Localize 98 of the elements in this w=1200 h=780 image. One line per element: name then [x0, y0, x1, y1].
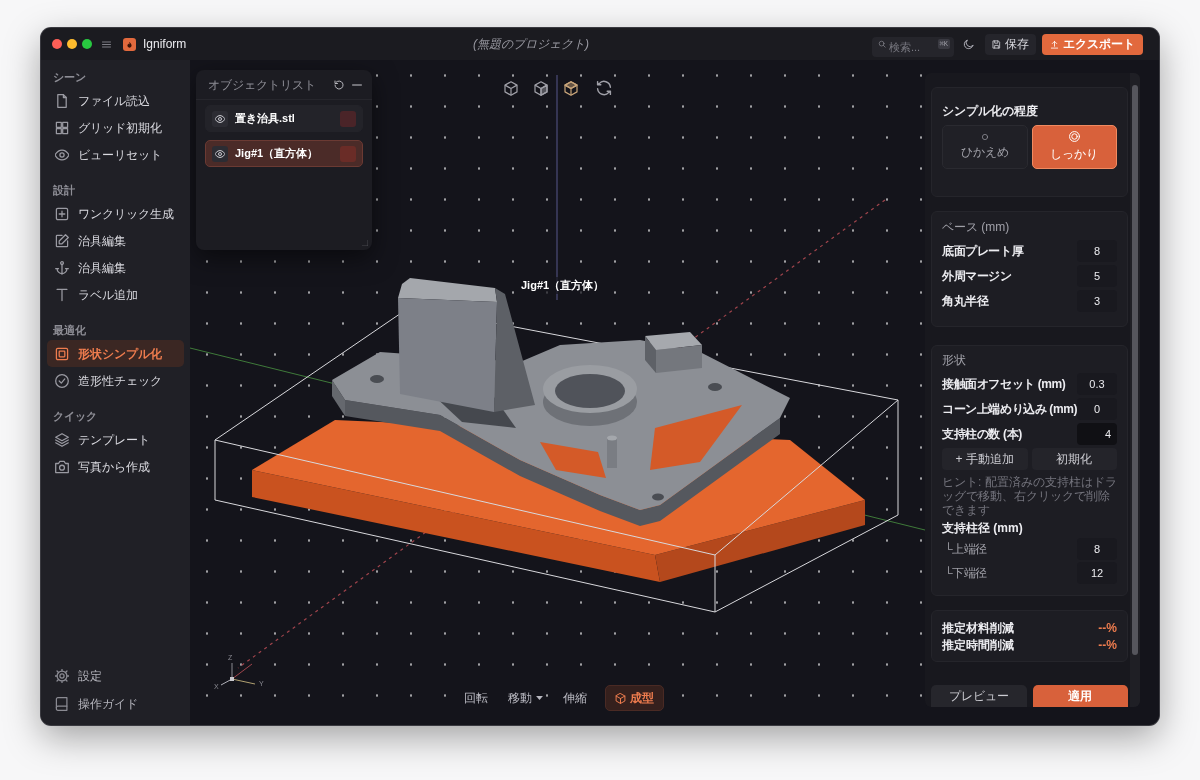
box-icon	[615, 692, 626, 704]
upload-icon	[1050, 39, 1059, 49]
tool-button[interactable]: 回転	[456, 685, 496, 711]
save-icon	[992, 39, 1001, 49]
section-heading: 設計	[53, 182, 75, 198]
section-heading: クイック	[53, 408, 97, 424]
option-button[interactable]: ひかえめ	[942, 125, 1028, 169]
field-label: └下端径	[943, 565, 987, 582]
axis-gizmo-icon	[220, 662, 256, 686]
window-minimize-icon[interactable]	[67, 39, 77, 49]
camera-icon	[55, 459, 69, 474]
field-label: 底面プレート厚	[942, 242, 1024, 260]
cube-side-icon[interactable]	[531, 78, 551, 98]
plus-square-icon	[55, 206, 69, 221]
ring-icon	[1068, 131, 1080, 142]
number-field[interactable]: 12	[1077, 562, 1117, 584]
cube-top-icon[interactable]	[561, 78, 581, 98]
number-field[interactable]: 8	[1077, 239, 1117, 262]
layers-icon	[55, 432, 69, 447]
tool-button[interactable]: 伸縮	[555, 685, 595, 711]
moon-icon[interactable]	[963, 38, 974, 50]
number-field[interactable]: 8	[1077, 538, 1117, 560]
sidebar-item[interactable]: 設定	[47, 662, 184, 690]
check-circle-icon	[55, 373, 69, 388]
project-title: (無題のプロジェクト)	[473, 36, 589, 53]
window-zoom-icon[interactable]	[82, 39, 92, 49]
color-swatch-icon[interactable]	[340, 110, 356, 127]
app-name: Igniform	[143, 36, 187, 53]
settings-icon	[55, 669, 69, 683]
field-label: コーン上端めり込み (mm)	[942, 400, 1078, 418]
number-field[interactable]: 4	[1077, 422, 1117, 445]
field-label: 角丸半径	[942, 292, 989, 310]
action-button[interactable]: 初期化	[1031, 448, 1117, 470]
cube-icon[interactable]	[501, 78, 521, 98]
section-heading: 最適化	[53, 322, 86, 338]
sidebar-item[interactable]: 操作ガイド	[47, 690, 184, 718]
sidebar-item[interactable]: 形状シンプル化	[47, 340, 184, 367]
dot-icon	[981, 133, 988, 140]
number-field[interactable]: 0	[1077, 397, 1118, 420]
text-icon	[55, 287, 69, 302]
file-icon	[55, 93, 69, 108]
number-field[interactable]: 3	[1077, 289, 1117, 312]
sidebar-item[interactable]: 治具編集	[47, 227, 184, 254]
field-label: 外周マージン	[942, 267, 1012, 285]
flame-logo-icon	[123, 37, 136, 51]
sidebar-item[interactable]: 写真から作成	[47, 453, 184, 480]
refresh-icon[interactable]	[334, 79, 344, 90]
color-swatch-icon[interactable]	[340, 145, 356, 162]
panel-title: オブジェクトリスト	[208, 76, 316, 94]
section-title: 支持柱径 (mm)	[942, 520, 1023, 537]
rotate-icon[interactable]	[596, 80, 612, 96]
section-title: 形状	[942, 352, 966, 369]
anchor-icon	[55, 260, 69, 275]
hint-text: ヒント: 配置済みの支持柱はドラッグで移動、右クリックで削除できます	[942, 475, 1117, 517]
edit-icon	[55, 233, 69, 248]
section-title: ベース (mm)	[942, 219, 1010, 236]
frame-icon	[55, 346, 69, 361]
object-name: 置き治具.stl	[235, 111, 295, 127]
object-name: Jig#1（直方体）	[235, 146, 319, 162]
menu-icon[interactable]	[102, 39, 111, 49]
tool-button[interactable]: 移動	[500, 685, 551, 711]
estimate-value: --%	[1098, 636, 1117, 654]
sidebar-item[interactable]: ビューリセット	[47, 141, 184, 168]
object-list-item[interactable]: 置き治具.stl	[205, 105, 363, 132]
sidebar-item[interactable]: 造形性チェック	[47, 367, 184, 394]
object-list-item[interactable]: Jig#1（直方体）	[205, 140, 363, 167]
eye-icon[interactable]	[212, 145, 228, 162]
book-icon	[55, 697, 69, 711]
resize-handle-icon[interactable]	[362, 240, 368, 246]
action-button[interactable]: + 手動追加	[942, 448, 1028, 470]
sidebar-item[interactable]: テンプレート	[47, 426, 184, 453]
window-close-icon[interactable]	[52, 39, 62, 49]
field-label: └上端径	[943, 541, 987, 558]
field-label: 支持柱の数 (本)	[942, 425, 1022, 443]
sidebar-item[interactable]: 治具編集	[47, 254, 184, 281]
eye-icon[interactable]	[212, 110, 228, 127]
number-field[interactable]: 5	[1077, 264, 1117, 287]
search-icon	[878, 40, 886, 48]
grid-icon	[55, 120, 69, 135]
number-field[interactable]: 0.3	[1077, 372, 1117, 395]
minimize-icon[interactable]	[352, 83, 362, 86]
tool-button[interactable]: 成型	[605, 685, 664, 711]
preview-button[interactable]: プレビュー	[931, 685, 1027, 707]
option-button[interactable]: しっかり	[1031, 125, 1117, 169]
apply-button[interactable]: 適用	[1032, 685, 1128, 707]
estimate-value: --%	[1098, 619, 1117, 637]
section-heading: シーン	[53, 69, 86, 85]
estimate-label: 推定時間削減	[942, 636, 1014, 654]
sidebar-item[interactable]: ワンクリック生成	[47, 200, 184, 227]
save-button[interactable]: 保存	[985, 33, 1036, 55]
scrollbar-thumb[interactable]	[1132, 85, 1138, 655]
sidebar-item[interactable]: ファイル読込	[47, 87, 184, 114]
field-label: 接触面オフセット (mm)	[942, 375, 1066, 393]
eye-icon	[55, 147, 69, 162]
section-title: シンプル化の程度	[942, 103, 1038, 120]
estimate-label: 推定材料削減	[942, 619, 1014, 637]
sidebar-item[interactable]: ラベル追加	[47, 281, 184, 308]
sidebar-item[interactable]: グリッド初期化	[47, 114, 184, 141]
